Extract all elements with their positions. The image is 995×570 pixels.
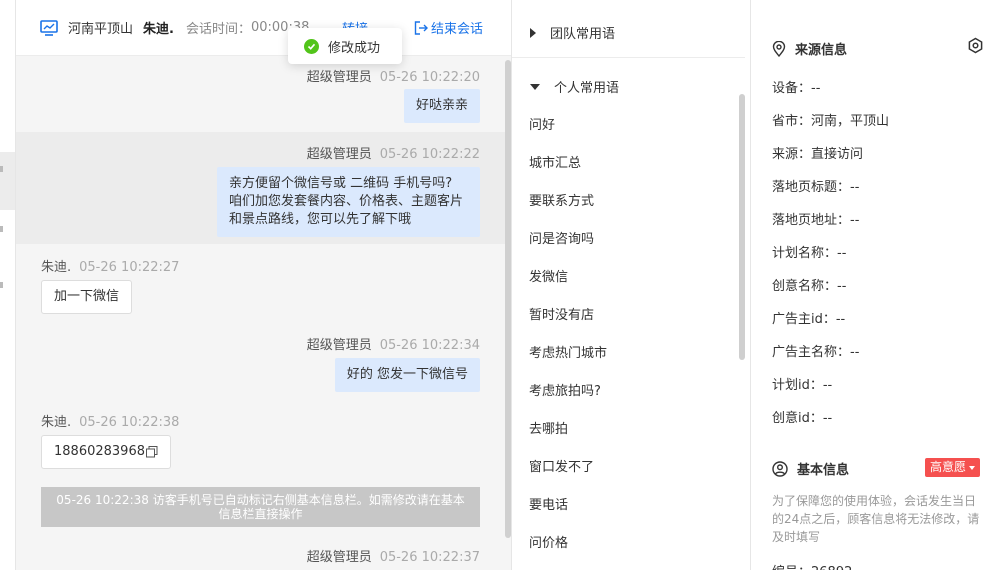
exit-icon bbox=[414, 20, 428, 35]
phrase-item[interactable]: 问价格 bbox=[529, 532, 568, 551]
phrase-item[interactable]: 窗口发不了 bbox=[529, 456, 594, 475]
message-time: 05-26 10:22:20 bbox=[379, 70, 480, 85]
intent-level-label: 高意愿 bbox=[930, 460, 967, 474]
source-field: 来源：直接访问 bbox=[772, 147, 864, 162]
message-meta: 超级管理员 05-26 10:22:20 bbox=[307, 66, 480, 85]
intent-level-dropdown[interactable]: 高意愿 bbox=[925, 458, 981, 477]
message-agent: 超级管理员 05-26 10:22:20 好哒亲亲 bbox=[16, 56, 511, 132]
gutter-highlight bbox=[0, 152, 15, 210]
caret-down-icon bbox=[969, 465, 976, 470]
settings-icon[interactable] bbox=[967, 37, 984, 54]
section-title: 基本信息 bbox=[797, 463, 850, 478]
message-bubble-visitor: 加一下微信 bbox=[41, 280, 133, 314]
phrase-item[interactable]: 发微信 bbox=[529, 266, 568, 285]
source-field: 落地页标题：-- bbox=[772, 180, 860, 195]
phrases-scrollbar[interactable] bbox=[739, 94, 745, 360]
message-agent-highlighted: 超级管理员 05-26 10:22:22 亲方便留个微信号或 二维码 手机号吗? … bbox=[16, 132, 511, 244]
section-title: 来源信息 bbox=[795, 43, 848, 58]
phrase-item[interactable]: 要联系方式 bbox=[529, 190, 594, 209]
message-bubble: 好的 您发一下微信号 bbox=[334, 358, 480, 392]
phrase-item[interactable]: 问好 bbox=[529, 114, 555, 133]
visitor-id-field: 编号：26892 bbox=[772, 561, 852, 570]
group-label: 团队常用语 bbox=[550, 27, 616, 42]
group-label: 个人常用语 bbox=[554, 81, 620, 96]
message-time: 05-26 10:22:22 bbox=[379, 147, 480, 162]
source-field: 创意id：-- bbox=[772, 411, 833, 426]
source-field: 设备：-- bbox=[772, 81, 821, 96]
edit-deadline-hint: 为了保障您的使用体验，会话发生当日的24点之后，顾客信息将无法修改，请及时填写 bbox=[772, 494, 980, 544]
phrase-item[interactable]: 要电话 bbox=[529, 494, 568, 513]
sender-name: 朱迪. bbox=[41, 415, 72, 430]
location-pin-icon bbox=[772, 40, 786, 57]
sender-name: 超级管理员 bbox=[306, 550, 372, 565]
personal-phrases-group[interactable]: 个人常用语 bbox=[530, 77, 619, 96]
basic-info-title: 基本信息 bbox=[772, 459, 849, 478]
phrase-item[interactable]: 问是咨询吗 bbox=[529, 228, 594, 247]
phrase-item[interactable]: 考虑旅拍吗? bbox=[529, 380, 601, 399]
source-field: 创意名称：-- bbox=[772, 279, 847, 294]
gutter-marker bbox=[0, 282, 3, 288]
phrases-panel: 团队常用语 个人常用语 问好 城市汇总 要联系方式 问是咨询吗 发微信 暂时没有… bbox=[511, 0, 751, 570]
caret-down-icon bbox=[530, 83, 540, 90]
gutter-marker bbox=[0, 226, 3, 232]
sender-name: 朱迪. bbox=[41, 260, 72, 275]
message-meta: 超级管理员 05-26 10:22:37 bbox=[307, 546, 480, 565]
team-phrases-group[interactable]: 团队常用语 bbox=[530, 23, 615, 42]
caret-right-icon bbox=[530, 27, 536, 38]
source-field: 计划名称：-- bbox=[772, 246, 847, 261]
toast-text: 修改成功 bbox=[328, 40, 381, 56]
visitor-info-panel: 来源信息 设备：-- 省市：河南，平顶山 来源：直接访问 落地页标题：-- 落地… bbox=[752, 0, 995, 570]
message-bubble: 好哒亲亲 bbox=[403, 89, 480, 123]
message-meta: 朱迪. 05-26 10:22:27 bbox=[41, 256, 179, 275]
copy-icon[interactable] bbox=[145, 446, 158, 458]
phone-number: 18860283968 bbox=[54, 444, 145, 459]
visitor-name: 朱迪. bbox=[143, 22, 174, 37]
phrase-item[interactable]: 考虑热门城市 bbox=[529, 342, 607, 361]
phrase-item[interactable]: 去哪拍 bbox=[529, 418, 568, 437]
user-circle-icon bbox=[772, 460, 788, 477]
gutter-marker bbox=[0, 166, 3, 172]
sender-name: 超级管理员 bbox=[306, 338, 372, 353]
source-field: 省市：河南，平顶山 bbox=[772, 114, 890, 129]
phrase-item[interactable]: 城市汇总 bbox=[529, 152, 581, 171]
left-gutter bbox=[0, 0, 16, 570]
check-circle-icon bbox=[304, 38, 319, 54]
message-meta: 朱迪. 05-26 10:22:38 bbox=[41, 411, 179, 430]
message-bubble-visitor: 18860283968 bbox=[41, 435, 171, 469]
message-line: 和景点路线，您可以先了解下哦 bbox=[229, 212, 412, 227]
divider bbox=[512, 57, 745, 58]
chat-panel: 超级管理员 05-26 10:22:20 好哒亲亲 超级管理员 05-26 10:2… bbox=[16, 0, 511, 570]
message-time: 05-26 10:22:37 bbox=[379, 550, 480, 565]
source-field: 计划id：-- bbox=[772, 378, 833, 393]
message-time: 05-26 10:22:34 bbox=[379, 338, 480, 353]
source-info-title: 来源信息 bbox=[772, 39, 847, 58]
message-time: 05-26 10:22:27 bbox=[79, 260, 180, 275]
sender-name: 超级管理员 bbox=[306, 70, 372, 85]
message-line: 咱们加您发套餐内容、价格表、主题客片 bbox=[229, 194, 464, 209]
source-field: 落地页地址：-- bbox=[772, 213, 860, 228]
system-notice: 05-26 10:22:38 访客手机号已自动标记右侧基本信息栏。如需修改请在基… bbox=[41, 487, 480, 527]
message-time: 05-26 10:22:38 bbox=[79, 415, 180, 430]
phrase-item[interactable]: 暂时没有店 bbox=[529, 304, 594, 323]
message-meta: 超级管理员 05-26 10:22:22 bbox=[307, 143, 480, 162]
monitor-icon bbox=[40, 19, 58, 36]
source-field: 广告主id：-- bbox=[772, 312, 846, 327]
end-session-button[interactable]: 结束会话 bbox=[414, 18, 483, 37]
chat-header: 河南平顶山 朱迪. 会话时间：00:00:38 转接 结束会话 bbox=[16, 0, 511, 56]
sender-name: 超级管理员 bbox=[306, 147, 372, 162]
session-time-label: 会话时间： bbox=[185, 22, 251, 37]
message-line: 亲方便留个微信号或 二维码 手机号吗? bbox=[229, 176, 453, 191]
message-bubble: 亲方便留个微信号或 二维码 手机号吗? 咱们加您发套餐内容、价格表、主题客片 和… bbox=[217, 167, 480, 237]
end-session-label: 结束会话 bbox=[431, 22, 484, 37]
source-field: 广告主名称：-- bbox=[772, 345, 860, 360]
visitor-location: 河南平顶山 bbox=[68, 22, 134, 37]
success-toast: 修改成功 bbox=[288, 28, 402, 64]
message-meta: 超级管理员 05-26 10:22:34 bbox=[307, 334, 480, 353]
